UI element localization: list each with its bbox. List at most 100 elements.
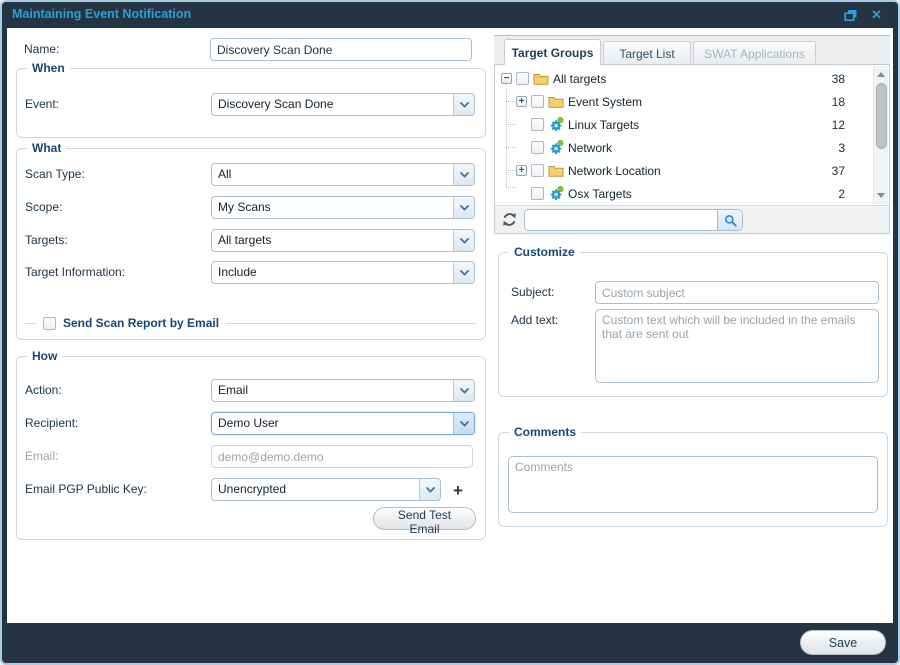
tree-item-count: 12 xyxy=(832,118,845,132)
scroll-down-icon[interactable] xyxy=(877,193,885,198)
tree-checkbox[interactable] xyxy=(531,164,544,177)
chevron-down-icon[interactable] xyxy=(453,230,474,251)
target-information-select[interactable]: Include xyxy=(211,261,475,284)
send-report-row: Send Scan Report by Email xyxy=(25,315,477,331)
tree-row-osx-targets[interactable]: Osx Targets 2 xyxy=(495,182,871,205)
folder-icon xyxy=(533,72,549,85)
what-fieldset: What Scan Type: All Scope: My Scans Targ… xyxy=(16,148,486,340)
tree-checkbox[interactable] xyxy=(531,95,544,108)
add-text-label: Add text: xyxy=(511,313,558,327)
search-icon[interactable] xyxy=(717,210,742,230)
tree-row-network[interactable]: Network 3 xyxy=(495,136,871,159)
close-icon[interactable]: ✕ xyxy=(869,8,884,22)
save-button[interactable]: Save xyxy=(800,630,886,655)
tree-row-all-targets[interactable]: − All targets 38 xyxy=(495,67,871,90)
gear-icon xyxy=(548,186,564,201)
tree-item-count: 38 xyxy=(832,72,845,86)
folder-icon xyxy=(548,164,564,177)
how-fieldset: How Action: Email Recipient: Demo User E… xyxy=(16,356,486,540)
send-report-checkbox[interactable] xyxy=(43,317,56,330)
chevron-down-icon[interactable] xyxy=(419,479,440,500)
folder-icon xyxy=(548,95,564,108)
add-text-textarea[interactable] xyxy=(595,309,879,383)
scroll-up-icon[interactable] xyxy=(877,72,885,77)
dialog-content: Name: When Event: Discovery Scan Done Wh… xyxy=(7,28,893,623)
scope-label: Scope: xyxy=(25,200,62,214)
tab-target-list[interactable]: Target List xyxy=(603,41,691,65)
event-label: Event: xyxy=(25,97,59,111)
name-label: Name: xyxy=(24,42,59,56)
customize-legend: Customize xyxy=(509,245,580,259)
target-groups-tree: − All targets 38 + Event System 18 Linux… xyxy=(494,64,890,206)
send-test-email-button[interactable]: Send Test Email xyxy=(373,507,476,530)
when-fieldset: When Event: Discovery Scan Done xyxy=(16,68,486,138)
tab-label: SWAT Applications xyxy=(704,47,805,61)
divider xyxy=(25,323,37,324)
scrollbar-thumb[interactable] xyxy=(876,83,887,149)
restore-icon[interactable] xyxy=(843,8,858,22)
tab-target-groups[interactable]: Target Groups xyxy=(504,39,601,65)
tree-item-label: Linux Targets xyxy=(568,118,639,132)
recipient-label: Recipient: xyxy=(25,416,78,430)
targets-select[interactable]: All targets xyxy=(211,229,475,252)
tree-item-label: All targets xyxy=(553,72,606,86)
tree-checkbox[interactable] xyxy=(531,141,544,154)
add-pgp-key-button[interactable]: + xyxy=(453,482,463,499)
chevron-down-icon[interactable] xyxy=(453,197,474,218)
customize-fieldset: Customize Subject: Add text: xyxy=(498,252,888,397)
email-input[interactable] xyxy=(211,445,473,468)
search-input[interactable] xyxy=(525,210,717,230)
tree-checkbox[interactable] xyxy=(516,72,529,85)
target-panel-tabstrip: Target Groups Target List SWAT Applicati… xyxy=(494,35,890,64)
tab-label: Target Groups xyxy=(512,46,594,60)
tree-checkbox[interactable] xyxy=(531,118,544,131)
tree-item-label: Network Location xyxy=(568,164,661,178)
chevron-down-icon[interactable] xyxy=(453,413,474,434)
scan-type-label: Scan Type: xyxy=(25,167,85,181)
scope-select[interactable]: My Scans xyxy=(211,196,475,219)
chevron-down-icon[interactable] xyxy=(453,262,474,283)
expand-icon[interactable]: + xyxy=(516,96,527,107)
gear-icon xyxy=(548,117,564,132)
tree-toolbar xyxy=(494,205,890,234)
comments-textarea[interactable] xyxy=(508,456,878,513)
send-report-label: Send Scan Report by Email xyxy=(63,316,219,330)
when-legend: When xyxy=(27,61,70,75)
action-select[interactable]: Email xyxy=(211,379,475,402)
scan-type-value: All xyxy=(212,164,453,185)
tree-item-label: Event System xyxy=(568,95,642,109)
tree-item-label: Network xyxy=(568,141,612,155)
title-bar[interactable]: Maintaining Event Notification ✕ xyxy=(2,2,898,28)
name-input[interactable] xyxy=(210,38,472,61)
dialog-window: Maintaining Event Notification ✕ Name: W… xyxy=(0,0,900,665)
collapse-icon[interactable]: − xyxy=(501,73,512,84)
tree-search xyxy=(524,209,743,231)
pgp-key-select[interactable]: Unencrypted xyxy=(211,478,441,501)
what-legend: What xyxy=(27,141,66,155)
chevron-down-icon[interactable] xyxy=(453,380,474,401)
event-select[interactable]: Discovery Scan Done xyxy=(211,93,475,116)
chevron-down-icon[interactable] xyxy=(453,94,474,115)
tree-item-count: 18 xyxy=(832,95,845,109)
chevron-down-icon[interactable] xyxy=(453,164,474,185)
subject-input[interactable] xyxy=(595,281,879,304)
tree-scrollbar[interactable] xyxy=(873,66,888,204)
subject-label: Subject: xyxy=(511,285,554,299)
refresh-icon[interactable] xyxy=(501,211,519,229)
tab-label: Target List xyxy=(619,47,674,61)
pgp-key-label: Email PGP Public Key: xyxy=(25,482,147,496)
targets-value: All targets xyxy=(212,230,453,251)
divider xyxy=(226,323,477,324)
tree-checkbox[interactable] xyxy=(531,187,544,200)
target-information-value: Include xyxy=(212,262,453,283)
tree-row-event-system[interactable]: + Event System 18 xyxy=(495,90,871,113)
tree-row-linux-targets[interactable]: Linux Targets 12 xyxy=(495,113,871,136)
tab-swat-applications: SWAT Applications xyxy=(693,41,816,65)
event-select-value: Discovery Scan Done xyxy=(212,94,453,115)
expand-icon[interactable]: + xyxy=(516,165,527,176)
tree-item-label: Osx Targets xyxy=(568,187,632,201)
scan-type-select[interactable]: All xyxy=(211,163,475,186)
comments-fieldset: Comments xyxy=(498,432,888,527)
recipient-select[interactable]: Demo User xyxy=(211,412,475,435)
tree-row-network-location[interactable]: + Network Location 37 xyxy=(495,159,871,182)
